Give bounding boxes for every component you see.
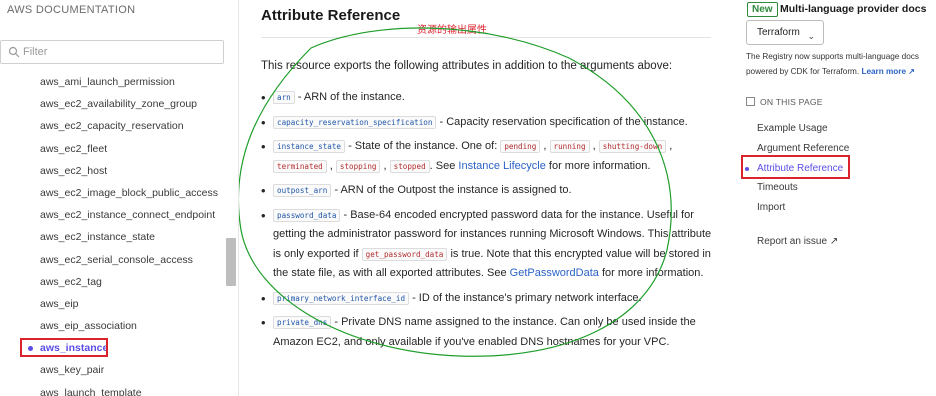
sidebar-item-aws-eip-association[interactable]: aws_eip_association [0,315,226,337]
toc-item-import[interactable]: Import [746,198,926,218]
code-capacity-reservation-specification: capacity_reservation_specification [273,115,437,129]
list-icon [746,97,755,106]
filter-input[interactable] [23,44,218,60]
learn-more-link[interactable]: Learn more ↗ [861,67,915,76]
toc-item-example-usage[interactable]: Example Usage [746,119,926,139]
attr-desc: - ID of the instance's primary network i… [409,291,642,304]
code-primary-network-interface-id: primary_network_interface_id [273,291,410,305]
sidebar-item-aws-ec2-instance-connect-endpoint[interactable]: aws_ec2_instance_connect_endpoint [0,204,226,226]
toc-item-argument-reference[interactable]: Argument Reference [746,139,926,159]
code-get-password-data: get_password_data [361,247,448,261]
attr-desc: - State of the instance. One of: [345,140,501,152]
language-select-value: Terraform [757,27,800,38]
on-this-page-header: ON THIS PAGE [746,97,823,107]
right-rail: New Multi-language provider docs Terrafo… [736,0,936,396]
sidebar-item-aws-launch-template[interactable]: aws_launch_template [0,382,226,396]
code-state-stopping: stopping [335,159,381,173]
multi-language-heading: Multi-language provider docs [780,3,927,15]
sidebar-item-aws-ec2-fleet[interactable]: aws_ec2_fleet [0,138,226,160]
sidebar-item-aws-eip[interactable]: aws_eip [0,293,226,315]
annotation-label: 资源的输出属性 [417,25,487,36]
code-instance-state: instance_state [273,140,346,153]
code-state-shutting-down: shutting-down [598,140,667,153]
sidebar-item-aws-instance[interactable]: aws_instance [0,337,226,359]
attr-desc: . See [429,159,459,172]
attr-desc: for more information. [545,159,651,172]
code-state-pending: pending [500,140,541,153]
code-state-running: running [549,140,590,153]
attr-desc: - ARN of the Outpost the instance is ass… [331,184,572,196]
list-item: primary_network_interface_id - ID of the… [261,289,719,309]
list-item: private_dns - Private DNS name assigned … [261,313,719,352]
sidebar-item-aws-ec2-tag[interactable]: aws_ec2_tag [0,271,226,293]
filter-box[interactable] [0,40,224,64]
instance-lifecycle-link[interactable]: Instance Lifecycle [458,160,545,172]
sidebar-item-aws-key-pair[interactable]: aws_key_pair [0,359,226,381]
toc-item-timeouts[interactable]: Timeouts [746,178,926,198]
sidebar: AWS DOCUMENTATION aws_ami_launch_permiss… [0,0,239,396]
sidebar-item-aws-ec2-host[interactable]: aws_ec2_host [0,160,226,182]
search-icon [8,46,20,58]
scrollbar-thumb[interactable] [226,238,236,286]
code-arn: arn [273,91,295,104]
on-this-page-list: Example Usage Argument Reference Attribu… [745,119,926,218]
sidebar-item-aws-ec2-capacity-reservation[interactable]: aws_ec2_capacity_reservation [0,115,226,137]
chevron-down-icon: ⌄ [807,31,815,41]
toc-item-attribute-reference[interactable]: Attribute Reference [745,159,926,179]
code-state-terminated: terminated [273,159,327,173]
sidebar-item-aws-ec2-availability-zone-group[interactable]: aws_ec2_availability_zone_group [0,93,226,115]
sidebar-title: AWS DOCUMENTATION [7,4,136,16]
attr-desc: for more information. [598,267,704,279]
report-issue-link[interactable]: Report an issue ↗ [757,236,838,247]
code-state-stopped: stopped [389,159,430,173]
attr-desc: - Capacity reservation specification of … [436,115,688,128]
sidebar-nav-list: aws_ami_launch_permission aws_ec2_availa… [0,71,226,396]
get-password-data-link[interactable]: GetPasswordData [510,267,599,279]
list-item: capacity_reservation_specification - Cap… [261,113,719,133]
code-outpost-arn: outpost_arn [273,184,332,197]
list-item: instance_state - State of the instance. … [261,137,719,176]
divider [261,37,711,38]
list-item: outpost_arn - ARN of the Outpost the ins… [261,181,719,201]
registry-note: The Registry now supports multi-language… [746,49,936,79]
intro-text: This resource exports the following attr… [261,60,673,72]
new-badge: New [747,2,778,17]
attr-desc: - Private DNS name assigned to the insta… [273,316,696,348]
language-select[interactable]: Terraform ⌄ [746,20,824,45]
sidebar-item-aws-ec2-serial-console-access[interactable]: aws_ec2_serial_console_access [0,249,226,271]
list-item: password_data - Base-64 encoded encrypte… [261,206,719,284]
main-content: Attribute Reference 资源的输出属性 This resourc… [239,0,736,396]
active-bullet-icon [28,346,33,352]
on-this-page-label: ON THIS PAGE [760,97,823,107]
attribute-list: arn - ARN of the instance. capacity_rese… [261,88,719,357]
attr-desc: - ARN of the instance. [294,91,405,103]
code-password-data: password_data [273,208,341,222]
page-title: Attribute Reference [261,7,401,24]
sidebar-item-aws-ec2-image-block-public-access[interactable]: aws_ec2_image_block_public_access [0,182,226,204]
sidebar-item-aws-ec2-instance-state[interactable]: aws_ec2_instance_state [0,226,226,248]
sidebar-item-aws-ami-launch-permission[interactable]: aws_ami_launch_permission [0,71,226,93]
code-private-dns: private_dns [273,316,332,329]
sidebar-item-label: aws_instance [40,342,109,355]
list-item: arn - ARN of the instance. [261,88,719,108]
